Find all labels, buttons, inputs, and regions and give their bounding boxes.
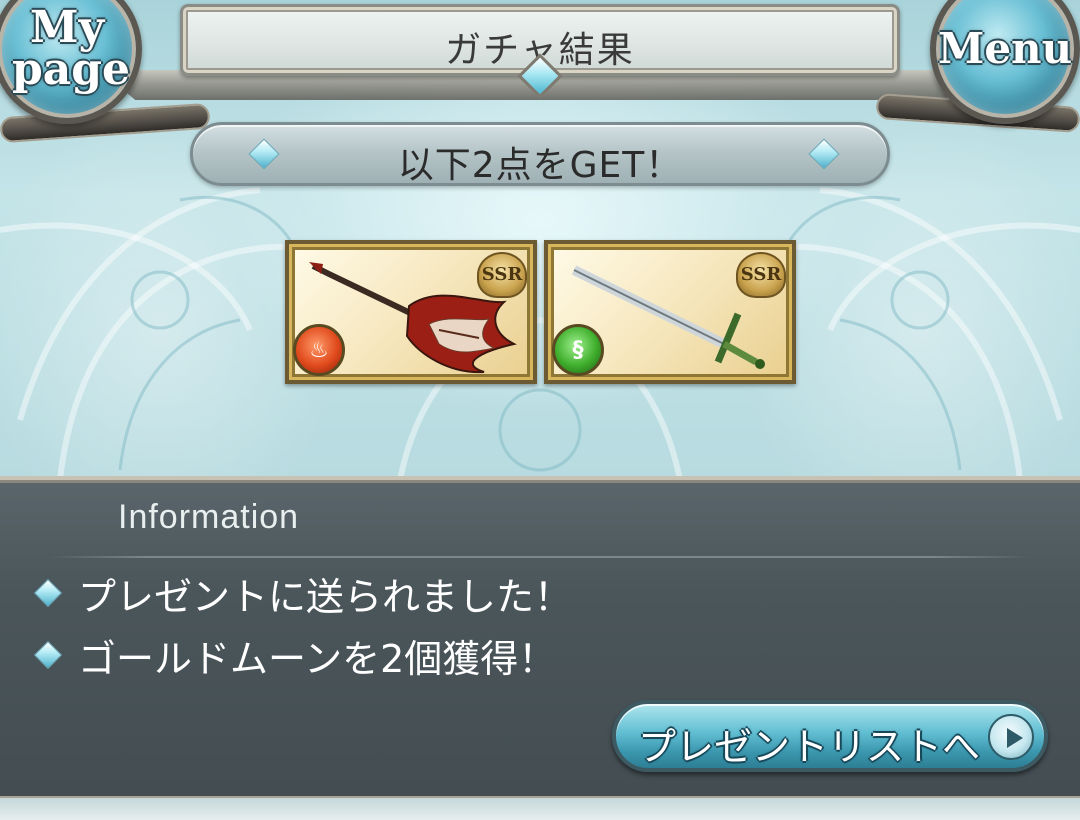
info-message-text: ゴールドムーンを2個獲得！: [78, 636, 557, 681]
arrow-right-icon: [988, 714, 1034, 760]
present-list-label: プレゼントリストへ: [638, 725, 981, 769]
info-message-text: プレゼントに送られました！: [78, 574, 573, 619]
info-message: ゴールドムーンを2個獲得！: [33, 632, 556, 681]
header: ガチャ結果: [150, 0, 930, 99]
diamond-icon: [33, 640, 63, 670]
bottom-strip: [0, 796, 1080, 820]
info-message: プレゼントに送られました！: [33, 570, 572, 619]
flame-icon: ♨: [293, 324, 345, 376]
result-banner-text: 以下2点をGET！: [397, 145, 683, 186]
ssr-badge: SSR: [736, 252, 786, 298]
item-card-guitar[interactable]: SSR ♨: [285, 240, 537, 384]
mypage-label: My page: [12, 2, 131, 95]
divider: [50, 556, 1030, 558]
item-card-sword[interactable]: SSR §: [544, 240, 796, 384]
diamond-icon: [33, 578, 63, 608]
menu-label: Menu: [937, 24, 1073, 74]
information-title: Information: [118, 498, 300, 536]
result-banner: 以下2点をGET！: [190, 122, 890, 186]
ssr-badge: SSR: [477, 252, 527, 298]
present-list-button[interactable]: プレゼントリストへ: [612, 700, 1048, 772]
information-panel: Information プレゼントに送られました！ ゴールドムーンを2個獲得！ …: [0, 476, 1080, 796]
wind-icon: §: [552, 324, 604, 376]
